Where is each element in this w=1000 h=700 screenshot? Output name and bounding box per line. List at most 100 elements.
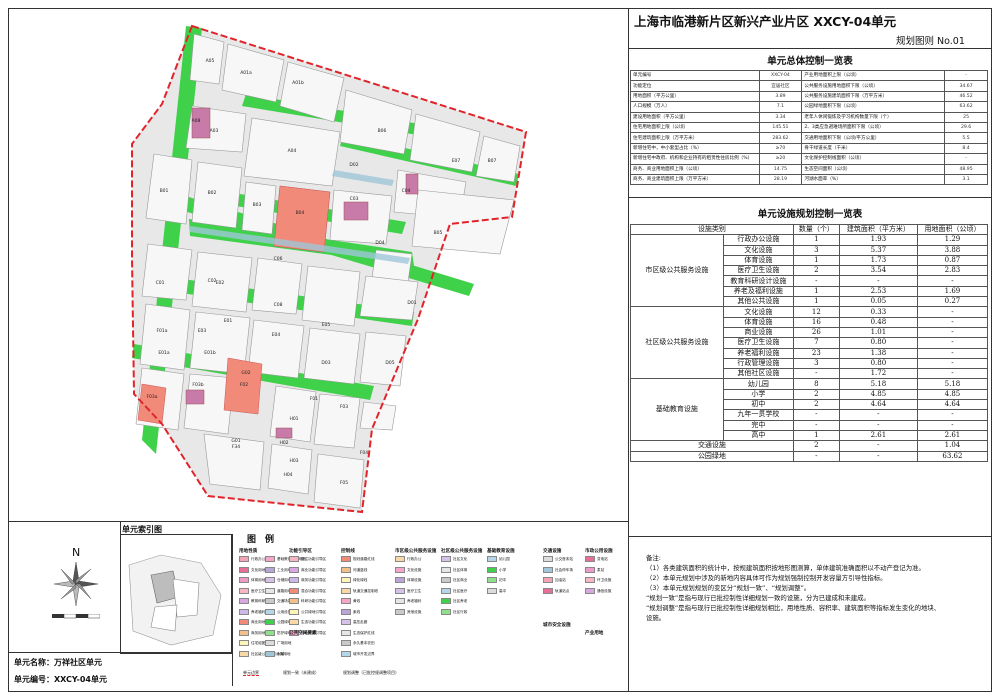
notes: 备注: （1）各类建筑面积的统计中，按规建筑面积按地形图测算，单体建筑准确面积以…	[646, 553, 986, 623]
parcel-label: H02	[279, 440, 288, 446]
legend-item: 体育设施	[395, 577, 421, 583]
legend-item-label: 体育设施	[407, 578, 422, 582]
summary-value: 29.6	[944, 121, 988, 134]
facility-value: 1.29	[916, 234, 989, 246]
summary-value: 14.75	[758, 163, 803, 175]
legend-column-title: 市区级公共服务设施	[395, 549, 437, 554]
parcel-label: E04	[272, 332, 281, 338]
parcel-label: F03a	[146, 394, 157, 400]
facility-value: 0.87	[916, 254, 989, 267]
summary-label: 功能定位	[630, 80, 760, 92]
parcel-label: D04	[375, 240, 384, 246]
legend-item: 水域	[265, 650, 284, 657]
summary-value: 283.62	[758, 132, 803, 144]
note-line: （1）各类建筑面积的统计中，按规建筑面积按地形图测算，单体建筑准确面积以不动产登…	[646, 564, 925, 572]
parcel-label: E03	[198, 328, 207, 334]
note-line: （2）本单元规划中涉及的新地内容具体可作为规划强制控制开发容量方引导性指标。	[646, 574, 887, 582]
parcel-label: C06	[274, 256, 283, 262]
legend-item: 社区文化	[441, 556, 467, 562]
legend-item-label: 公共绿地引导区	[301, 609, 327, 614]
facility-name: 文化设施	[722, 306, 794, 318]
summary-label: 老年人休闲锻炼及学习机构数量下限（个）	[801, 111, 946, 123]
legend-item-label: 社区商业	[453, 578, 468, 582]
facility-value: -	[916, 316, 989, 328]
facility-value: 0.80	[838, 337, 918, 349]
parcel-label: D02	[349, 162, 358, 168]
legend-swatch	[395, 587, 405, 594]
legend-item-label: 养老福利	[407, 599, 422, 603]
summary-label: 河湖水面率（%）	[801, 173, 946, 186]
legend-swatch	[265, 650, 275, 657]
summary-label: 商务、商业用地面积上限（公顷）	[630, 163, 760, 175]
legend-item-label: 生态保护红线	[353, 630, 375, 635]
facility-value: 2	[792, 265, 840, 277]
summary-label: 住宅用地面积上限（公顷）	[630, 121, 760, 134]
legend-swatch	[265, 587, 275, 594]
parcel-label: D01	[407, 300, 416, 306]
facility-value: -	[792, 409, 840, 421]
parcel-label: F01	[310, 396, 318, 402]
parcel-label: C01	[156, 280, 165, 286]
facility-value: 0.27	[916, 296, 989, 308]
facility-name: 其他公共设施	[722, 296, 794, 308]
summary-value: 8.4	[944, 142, 988, 155]
note-line: （3）本单元规划规划的变区分“规划一致”、“规划调整”。	[646, 584, 811, 592]
legend-item-label: 社区行政	[453, 609, 468, 614]
facility-value: 5.37	[838, 244, 918, 256]
summary-row: 单元编号 XXCY-04 产业用地面积上限（公顷） -	[630, 69, 988, 82]
parcel-label: B06	[378, 128, 387, 134]
summary-label: 交通用地面积下限（公顷/平方公里）	[801, 132, 946, 144]
parcel-label: E01b	[204, 350, 216, 356]
legend-item: 城市开发边界	[341, 650, 375, 657]
facility-name: 养老福利设施	[722, 347, 794, 359]
facility-value: -	[916, 357, 989, 370]
parcel-label: F02	[240, 382, 248, 388]
legend-item: 社会停车场	[543, 566, 573, 573]
legend-column-title: 功能引导区	[289, 549, 312, 554]
legend-item: 商务功能引导区	[289, 577, 326, 583]
facility-value: 1.38	[838, 347, 918, 359]
facility-group: 市区级公共服务设施	[630, 234, 724, 308]
facility-table-title: 单元设施规划控制一览表	[757, 209, 863, 220]
legend-swatch	[239, 608, 249, 615]
summary-value: -	[944, 69, 988, 82]
legend-item-label: 公交首末站	[555, 557, 573, 561]
sheet-title: 上海市临港新片区新兴产业片区 XXCY-04单元	[634, 14, 897, 29]
legend-swatch	[265, 566, 275, 573]
legend-item-label: 混合功能引导区	[301, 588, 327, 593]
facility-value: -	[838, 440, 918, 452]
legend-subtitle: 产业用地	[585, 631, 604, 636]
legend-swatch	[543, 577, 553, 583]
parcel-label: F03	[340, 404, 348, 410]
legend-item: 环卫设施	[585, 577, 611, 583]
summary-row: 新增住宅中，中小套型占比（%） ≥70 骨干绿道长度（千米） 8.4	[630, 142, 988, 155]
legend-swatch	[239, 598, 249, 604]
legend-swatch	[441, 598, 451, 604]
summary-label: 生态空间面积（公顷）	[801, 163, 946, 175]
facility-group: 基础教育设施	[630, 378, 724, 442]
legend-item: 泵站	[585, 566, 604, 573]
legend-item-label: 高压走廊	[353, 620, 368, 624]
legend-swatch	[265, 608, 275, 615]
facility-value: 1.72	[838, 368, 918, 380]
facility-name: 商业设施	[722, 326, 794, 339]
legend-swatch	[239, 577, 249, 583]
facility-row: 交通设施 2-1.04	[630, 440, 989, 452]
legend-item-label: 社区文化	[453, 557, 468, 561]
facility-value: -	[916, 275, 989, 287]
legend-item-label: 社区养老	[453, 599, 468, 603]
legend-swatch	[341, 640, 351, 646]
legend-item: 公共绿地引导区	[289, 608, 327, 615]
parcel-label: G01	[231, 438, 240, 444]
parcel-label: E01a	[158, 350, 170, 356]
facility-value: -	[838, 450, 918, 462]
summary-value: 28.19	[758, 173, 803, 186]
legend-item-label: 变电站	[597, 557, 608, 561]
facility-value: 12	[792, 306, 840, 318]
parcel-label: B04	[296, 210, 305, 216]
legend-swatch	[239, 650, 249, 657]
legend-item: 广场用地	[265, 640, 291, 646]
facility-value: 0.33	[838, 306, 918, 318]
legend-item-label: 轨道交通控制线	[353, 588, 379, 593]
facility-name: 文化设施	[722, 244, 794, 256]
